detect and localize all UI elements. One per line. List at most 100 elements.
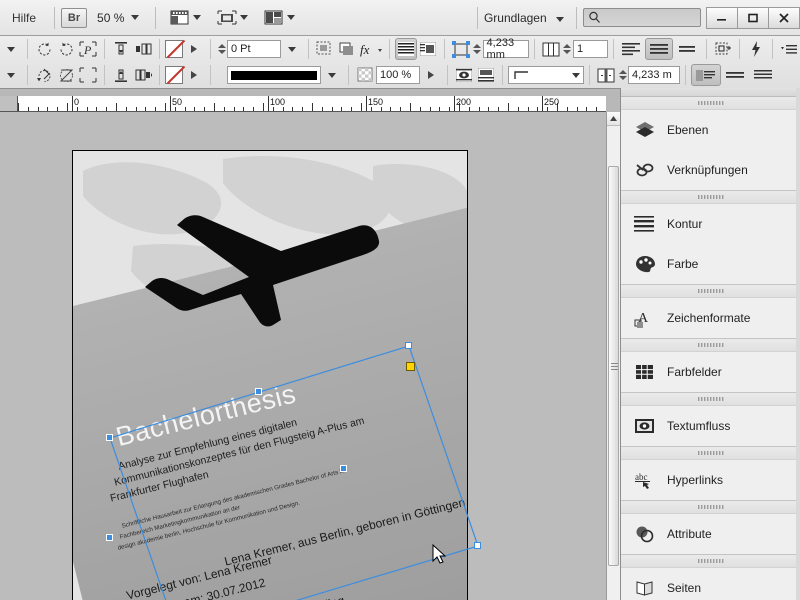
stroke-icon <box>633 212 657 236</box>
dock-scroll-edge[interactable] <box>796 88 800 600</box>
dock-item-verknüpfungen[interactable]: Verknüpfungen <box>621 150 800 190</box>
rotate-90-icon[interactable] <box>33 64 55 86</box>
zoom-level-dropdown[interactable]: 50 % <box>87 11 149 25</box>
columns-stepper[interactable] <box>562 40 573 58</box>
align-center-icon[interactable] <box>644 38 673 60</box>
distribute-right-icon[interactable] <box>132 64 154 86</box>
dock-group-grip[interactable] <box>621 501 800 514</box>
document-canvas[interactable]: Bachelorthesis Analyse zur Empfehlung ei… <box>0 112 606 600</box>
gutter-icon[interactable] <box>595 64 617 86</box>
screen-mode-dropdown[interactable] <box>162 9 209 26</box>
drop-shadow-icon[interactable] <box>336 38 358 60</box>
dock-group-grip[interactable] <box>621 191 800 204</box>
menu-help[interactable]: Hilfe <box>0 0 48 36</box>
fx-icon[interactable]: fx <box>358 38 384 60</box>
text-wrap-bottom-icon[interactable] <box>475 64 497 86</box>
bridge-button[interactable]: Br <box>61 7 88 28</box>
dock-item-farbe[interactable]: Farbe <box>621 244 800 284</box>
minimize-button[interactable] <box>706 6 738 29</box>
dock-item-hyperlinks[interactable]: abc Hyperlinks <box>621 460 800 500</box>
opacity-dropdown-arrow[interactable] <box>420 64 442 86</box>
dock-group: A Zeichenformate <box>621 285 800 339</box>
transparency-icon[interactable] <box>354 64 376 86</box>
opacity-field[interactable]: 100 % <box>376 66 420 84</box>
flip-horizontal-icon[interactable] <box>55 64 77 86</box>
stroke-weight-stepper[interactable] <box>216 40 227 58</box>
distribute-left-icon[interactable] <box>132 38 154 60</box>
horizontal-ruler[interactable]: 0 50 100 150 200 250 <box>18 96 606 112</box>
corner-size-field[interactable]: 4,233 mm <box>482 37 529 61</box>
fill-dropdown-arrow[interactable] <box>183 38 205 60</box>
align-justify-all-icon[interactable] <box>721 64 749 86</box>
dock-item-seiten[interactable]: Seiten <box>621 568 800 600</box>
dock-group-grip[interactable] <box>621 97 800 110</box>
text-frame-brackets-icon[interactable] <box>77 64 99 86</box>
dock-group-grip[interactable] <box>621 339 800 352</box>
corner-shape-dropdown[interactable] <box>508 66 584 84</box>
workspace-switcher[interactable]: Grundlagen <box>484 11 570 25</box>
auto-fit-icon[interactable] <box>712 38 734 60</box>
effects-target-icon[interactable] <box>314 38 336 60</box>
stroke-weight-field[interactable]: 0 Pt <box>227 40 281 58</box>
ruler-origin[interactable] <box>0 96 18 112</box>
text-wrap-object-icon[interactable] <box>417 38 439 60</box>
dock-group-grip[interactable] <box>621 447 800 460</box>
stroke-style-caret[interactable] <box>321 64 343 86</box>
text-wrap-none-icon[interactable] <box>394 38 417 60</box>
stroke-style-dropdown[interactable] <box>227 66 321 84</box>
dock-group-grip[interactable] <box>621 285 800 298</box>
gutter-stepper[interactable] <box>617 66 628 84</box>
dock-item-ebenen[interactable]: Ebenen <box>621 110 800 150</box>
columns-field[interactable]: 1 <box>572 40 608 58</box>
dock-item-attribute[interactable]: Attribute <box>621 514 800 554</box>
panel-menu-icon[interactable] <box>778 38 800 60</box>
rotate-counterclockwise-icon[interactable] <box>55 38 77 60</box>
text-frame-p-icon[interactable]: P <box>77 38 99 60</box>
stroke-weight-dropdown[interactable] <box>281 38 303 60</box>
scroll-up-button[interactable] <box>607 112 620 126</box>
text-wrap-jump-icon[interactable] <box>453 64 475 86</box>
dock-group: Seiten <box>621 555 800 600</box>
document-page[interactable]: Bachelorthesis Analyse zur Empfehlung ei… <box>72 150 468 600</box>
frame-fitting-icon[interactable] <box>450 38 472 60</box>
arrange-documents-dropdown[interactable] <box>256 9 303 26</box>
dock-group-grip[interactable] <box>621 555 800 568</box>
columns-icon[interactable] <box>540 38 562 60</box>
svg-text:fx: fx <box>360 42 370 57</box>
view-options-dropdown[interactable] <box>209 9 256 26</box>
control-panel-row-2: 100 % 4,233 m <box>0 62 800 88</box>
align-right-icon[interactable] <box>673 38 701 60</box>
maximize-button[interactable] <box>737 6 769 29</box>
reference-point-dropdown[interactable] <box>0 38 22 60</box>
zoom-level-value: 50 % <box>97 10 125 25</box>
align-top-icon[interactable] <box>110 38 132 60</box>
align-left-icon[interactable] <box>619 38 645 60</box>
align-full-icon[interactable] <box>749 64 777 86</box>
corner-size-stepper[interactable] <box>472 40 483 58</box>
dock-item-label: Seiten <box>667 581 702 595</box>
dock-header[interactable] <box>621 88 800 97</box>
fill-none-swatch[interactable] <box>165 40 183 58</box>
grip-dots-icon <box>697 505 723 509</box>
vertical-scrollbar[interactable] <box>606 112 620 600</box>
dock-item-kontur[interactable]: Kontur <box>621 204 800 244</box>
align-bottom-icon[interactable] <box>110 64 132 86</box>
stroke-none-swatch[interactable] <box>165 66 183 84</box>
reference-point-dropdown-2[interactable] <box>0 64 22 86</box>
rotate-clockwise-icon[interactable] <box>33 38 55 60</box>
stroke-dropdown-arrow[interactable] <box>183 64 205 86</box>
dock-item-label: Verknüpfungen <box>667 163 748 177</box>
chevron-up-icon <box>610 116 617 121</box>
close-button[interactable] <box>768 6 800 29</box>
quick-apply-icon[interactable] <box>745 38 767 60</box>
search-input[interactable] <box>583 8 701 27</box>
gutter-field[interactable]: 4,233 m <box>628 66 680 84</box>
align-justify-icon[interactable] <box>691 64 721 86</box>
dock-item-zeichenformate[interactable]: A Zeichenformate <box>621 298 800 338</box>
dock-item-textumfluss[interactable]: Textumfluss <box>621 406 800 446</box>
ruler-label: 150 <box>368 97 384 107</box>
scrollbar-thumb[interactable] <box>608 166 619 566</box>
dock-group-grip[interactable] <box>621 393 800 406</box>
document-supervisor-1[interactable]: Dr. Margit Kling <box>263 593 346 600</box>
dock-item-farbfelder[interactable]: Farbfelder <box>621 352 800 392</box>
